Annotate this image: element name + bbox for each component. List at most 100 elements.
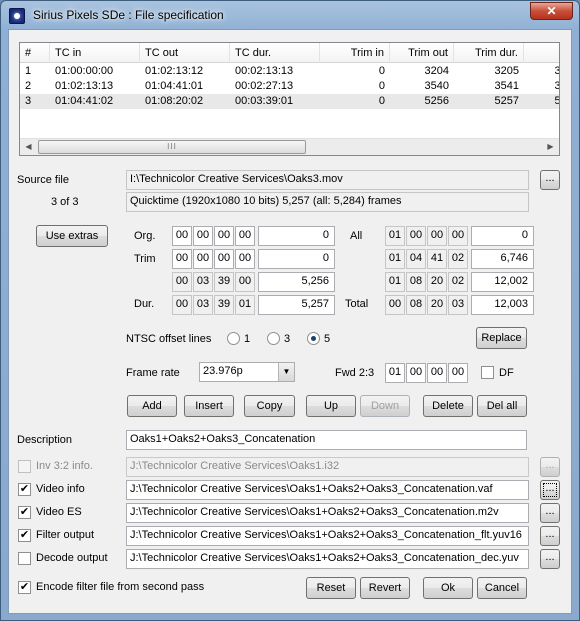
trim-range-seconds[interactable]: 39 [214, 272, 234, 292]
del-all-button[interactable]: Del all [477, 395, 527, 417]
video-info-path[interactable]: J:\Technicolor Creative Services\Oaks1+O… [126, 480, 529, 500]
scroll-thumb[interactable]: III [38, 140, 306, 154]
replace-button[interactable]: Replace [476, 327, 527, 349]
dur-frames[interactable]: 01 [235, 295, 255, 315]
all-end-frames[interactable]: 02 [448, 272, 468, 292]
dur-seconds[interactable]: 39 [214, 295, 234, 315]
org-seconds[interactable]: 00 [214, 226, 234, 246]
all-range-hours[interactable]: 01 [385, 249, 405, 269]
dur-hours[interactable]: 00 [172, 295, 192, 315]
column-header-trim-out[interactable]: Trim out [390, 43, 454, 63]
trim-frame-count[interactable]: 0 [258, 249, 335, 269]
column-header-tc-dur[interactable]: TC dur. [230, 43, 320, 63]
fwd-frames[interactable]: 00 [448, 363, 468, 383]
inv32-info-checkbox[interactable] [18, 460, 31, 473]
ntsc-radio-3[interactable] [267, 332, 280, 345]
ntsc-radio-1[interactable] [227, 332, 240, 345]
all-range-frame-count[interactable]: 6,746 [471, 249, 534, 269]
scroll-left-arrow-icon[interactable]: ◀ [20, 139, 37, 155]
trim-hours[interactable]: 00 [172, 249, 192, 269]
column-header-l[interactable]: L [524, 43, 559, 63]
column-header-tc-in[interactable]: TC in [50, 43, 140, 63]
fwd-seconds[interactable]: 00 [427, 363, 447, 383]
all-hours[interactable]: 01 [385, 226, 405, 246]
insert-button[interactable]: Insert [184, 395, 234, 417]
horizontal-scrollbar[interactable]: ◀ III ▶ [20, 138, 559, 155]
column-header-trim-in[interactable]: Trim in [320, 43, 390, 63]
use-extras-button[interactable]: Use extras [36, 225, 108, 247]
all-frame-count[interactable]: 0 [471, 226, 534, 246]
chevron-down-icon[interactable]: ▼ [278, 363, 294, 381]
all-seconds[interactable]: 00 [427, 226, 447, 246]
all-range-seconds[interactable]: 41 [427, 249, 447, 269]
video-info-checkbox[interactable]: ✔ [18, 483, 31, 496]
video-es-browse-button[interactable]: ... [540, 503, 560, 523]
trim-seconds[interactable]: 00 [214, 249, 234, 269]
column-header-number[interactable]: # [20, 43, 50, 63]
reset-button[interactable]: Reset [306, 577, 356, 599]
total-hours[interactable]: 00 [385, 295, 405, 315]
table-row[interactable]: 1 01:00:00:00 01:02:13:12 00:02:13:13 0 3204 3… [20, 64, 559, 79]
dur-frame-count[interactable]: 5,257 [258, 295, 335, 315]
filter-output-path[interactable]: J:\Technicolor Creative Services\Oaks1+O… [126, 526, 529, 546]
org-frames[interactable]: 00 [235, 226, 255, 246]
fwd-hours[interactable]: 01 [385, 363, 405, 383]
copy-button[interactable]: Copy [244, 395, 295, 417]
trim-range-frames[interactable]: 00 [235, 272, 255, 292]
frame-rate-select[interactable]: 23.976p ▼ [199, 362, 295, 382]
up-button[interactable]: Up [306, 395, 356, 417]
title-bar[interactable]: Sirius Pixels SDe : File specification ✕ [1, 1, 579, 29]
df-checkbox[interactable] [481, 366, 494, 379]
ok-button[interactable]: Ok [423, 577, 473, 599]
filter-output-browse-button[interactable]: ... [540, 526, 560, 546]
trim-range-frame-count[interactable]: 5,256 [258, 272, 335, 292]
all-frames[interactable]: 00 [448, 226, 468, 246]
trim-range-hours[interactable]: 00 [172, 272, 192, 292]
total-frame-count[interactable]: 12,003 [471, 295, 534, 315]
video-es-path[interactable]: J:\Technicolor Creative Services\Oaks1+O… [126, 503, 529, 523]
all-end-seconds[interactable]: 20 [427, 272, 447, 292]
ntsc-radio-5[interactable] [307, 332, 320, 345]
video-es-checkbox[interactable]: ✔ [18, 506, 31, 519]
source-browse-button[interactable]: ... [540, 170, 560, 190]
table-cell: 5257 [524, 94, 559, 109]
filter-output-checkbox[interactable]: ✔ [18, 529, 31, 542]
all-minutes[interactable]: 00 [406, 226, 426, 246]
trim-minutes[interactable]: 00 [193, 249, 213, 269]
column-header-tc-out[interactable]: TC out [140, 43, 230, 63]
all-range-frames[interactable]: 02 [448, 249, 468, 269]
inv32-info-browse-button[interactable]: ... [540, 457, 560, 477]
delete-button[interactable]: Delete [423, 395, 473, 417]
cancel-button[interactable]: Cancel [477, 577, 527, 599]
decode-output-path[interactable]: J:\Technicolor Creative Services\Oaks1+O… [126, 549, 529, 569]
total-seconds[interactable]: 20 [427, 295, 447, 315]
org-minutes[interactable]: 00 [193, 226, 213, 246]
fwd-minutes[interactable]: 00 [406, 363, 426, 383]
close-button[interactable]: ✕ [530, 2, 573, 20]
decode-output-browse-button[interactable]: ... [540, 549, 560, 569]
table-row[interactable]: 3 01:04:41:02 01:08:20:02 00:03:39:01 0 5256 5… [20, 94, 559, 109]
total-minutes[interactable]: 08 [406, 295, 426, 315]
video-info-browse-button[interactable]: ... [540, 480, 560, 500]
all-end-hours[interactable]: 01 [385, 272, 405, 292]
revert-button[interactable]: Revert [360, 577, 410, 599]
all-end-minutes[interactable]: 08 [406, 272, 426, 292]
encode-filter-checkbox[interactable]: ✔ [18, 581, 31, 594]
table-row[interactable]: 2 01:02:13:13 01:04:41:01 00:02:27:13 0 3540 3… [20, 79, 559, 94]
down-button[interactable]: Down [360, 395, 410, 417]
org-frame-count[interactable]: 0 [258, 226, 335, 246]
column-header-trim-dur[interactable]: Trim dur. [454, 43, 524, 63]
description-input[interactable]: Oaks1+Oaks2+Oaks3_Concatenation [126, 430, 527, 450]
add-button[interactable]: Add [127, 395, 177, 417]
trim-range-minutes[interactable]: 03 [193, 272, 213, 292]
all-end-frame-count[interactable]: 12,002 [471, 272, 534, 292]
all-range-minutes[interactable]: 04 [406, 249, 426, 269]
org-hours[interactable]: 00 [172, 226, 192, 246]
dur-minutes[interactable]: 03 [193, 295, 213, 315]
inv32-info-path[interactable]: J:\Technicolor Creative Services\Oaks1.i… [126, 457, 529, 477]
decode-output-checkbox[interactable] [18, 552, 31, 565]
total-frames[interactable]: 03 [448, 295, 468, 315]
segments-table[interactable]: # TC in TC out TC dur. Trim in Trim out … [19, 42, 560, 156]
scroll-right-arrow-icon[interactable]: ▶ [542, 139, 559, 155]
trim-frames[interactable]: 00 [235, 249, 255, 269]
